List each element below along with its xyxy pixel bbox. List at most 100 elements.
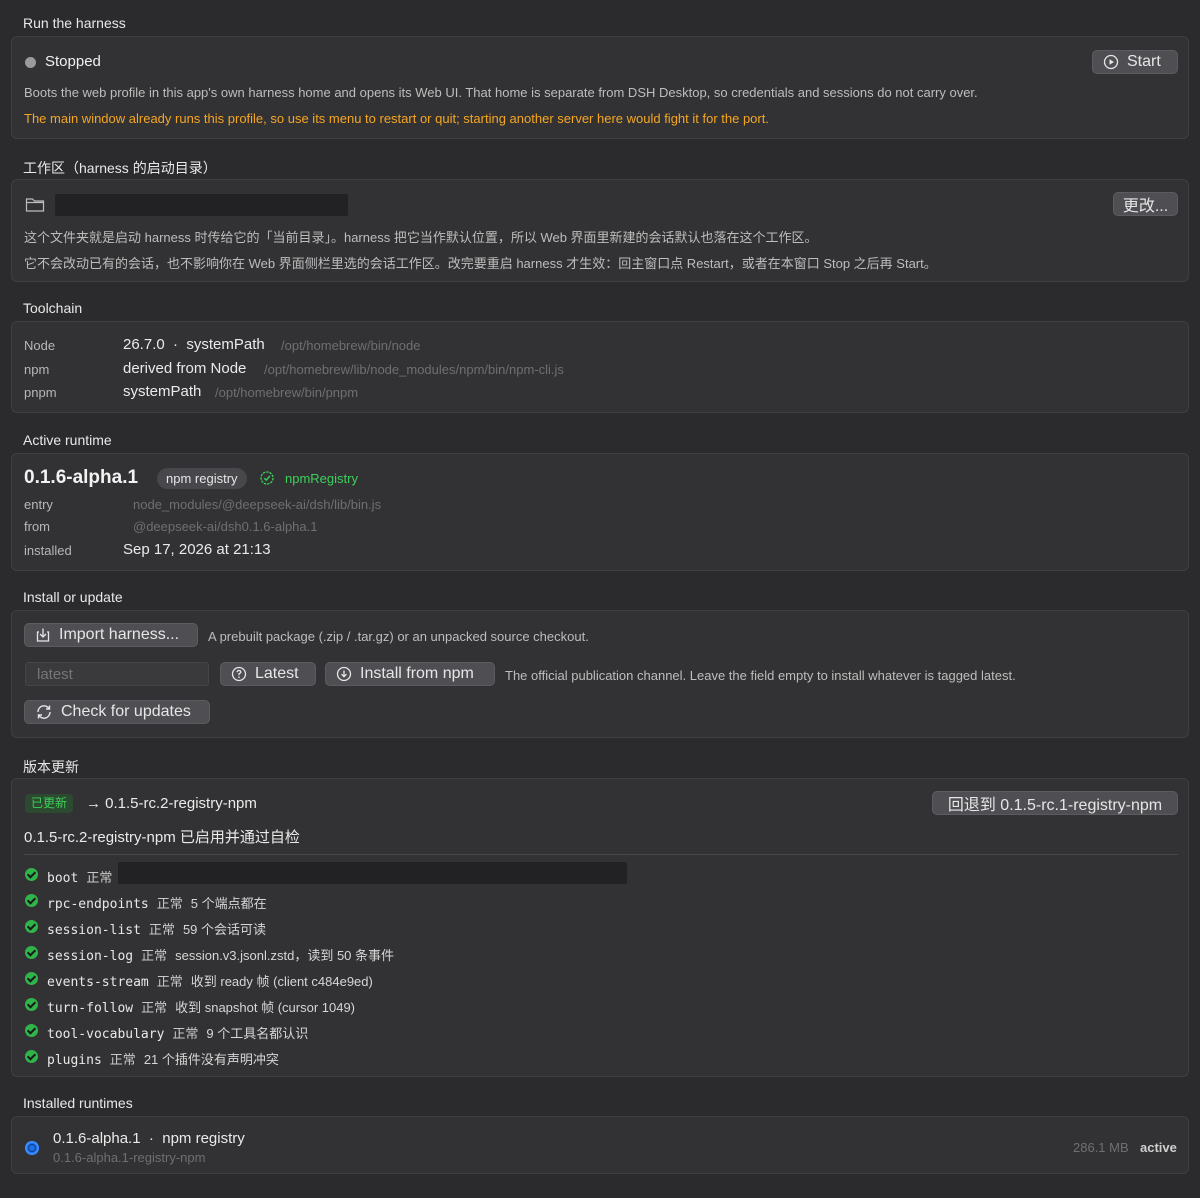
section-title-workspace: 工作区（harness 的启动目录） [23,160,217,176]
version-input[interactable] [25,662,209,686]
start-label: Start [1127,53,1161,70]
check-icon [25,972,38,985]
check-icon [25,946,38,959]
toolchain-label-node: Node [24,338,56,353]
import-harness-button[interactable]: Import harness... [24,623,198,647]
active-label-from: from [24,519,50,534]
toolchain-path-node: /opt/homebrew/bin/node [281,338,421,353]
self-check-row: turn-follow 正常 收到 snapshot 帧 (cursor 1049) [47,997,355,1016]
check-icon [25,1050,38,1063]
download-circle-icon [336,666,352,682]
latest-label: Latest [255,665,299,682]
radio-dot-icon [29,1145,35,1151]
install-label: Install from npm [360,665,474,682]
check-name: tool-vocabulary [47,1027,165,1042]
check-icon [25,920,38,933]
check-status: 正常 [141,948,168,963]
update-target: → 0.1.5-rc.2-registry-npm [86,795,257,812]
check-detail: 21 个插件没有声明冲突 [143,1052,279,1067]
toolchain-value-npm: derived from Node [123,360,247,377]
status-text: Stopped [45,53,101,70]
check-detail: 5 个端点都在 [190,896,267,911]
active-source: npmRegistry [285,471,358,486]
check-name: session-log [47,949,134,964]
rollback-button[interactable]: 回退到 0.1.5-rc.1-registry-npm [932,791,1178,815]
import-label: Import harness... [59,626,180,643]
installed-card: 0.1.6-alpha.1 · npm registry 0.1.6-alpha… [11,1116,1189,1174]
workspace-path-field[interactable] [55,194,348,216]
folder-icon [25,198,45,212]
update-summary: 0.1.5-rc.2-registry-npm 已启用并通过自检 [24,829,300,846]
toolchain-label-npm: npm [24,362,50,377]
check-name: session-list [47,923,141,938]
run-warning: The main window already runs this profil… [24,111,769,126]
change-label: 更改... [1122,198,1169,215]
active-value-from: @deepseek-ai/dsh0.1.6-alpha.1 [133,519,318,534]
active-badge: npm registry [157,468,247,489]
runtime-size: 286.1 MB [1073,1140,1129,1155]
updated-badge: 已更新 [25,794,74,813]
runtime-title: 0.1.6-alpha.1 · npm registry [53,1130,245,1147]
self-check-row: events-stream 正常 收到 ready 帧 (client c484e9… [47,971,373,990]
self-check-row: session-list 正常 59 个会话可读 [47,919,266,938]
self-check-row: tool-vocabulary 正常 9 个工具名都认识 [47,1023,308,1042]
run-card: Stopped Start Boots the web profile in t… [11,36,1189,139]
runtime-radio[interactable] [25,1141,39,1155]
import-icon [36,628,50,642]
refresh-icon [37,705,51,719]
check-name: events-stream [47,975,149,990]
check-icon [25,868,38,881]
section-title-install: Install or update [23,589,123,605]
install-description: The official publication channel. Leave … [505,668,1016,683]
check-detail: 9 个工具名都认识 [206,1026,309,1041]
workspace-line-2: 它不会改动已有的会话，也不影响你在 Web 界面侧栏里选的会话工作区。改完要重启… [24,256,937,271]
latest-button[interactable]: Latest [220,662,316,686]
toolchain-path-pnpm: /opt/homebrew/bin/pnpm [215,385,359,400]
help-circle-icon [231,666,247,682]
workspace-card: 更改... 这个文件夹就是启动 harness 时传给它的「当前目录」。harn… [11,179,1189,282]
toolchain-path-npm: /opt/homebrew/lib/node_modules/npm/bin/n… [264,362,564,377]
self-check-row: rpc-endpoints 正常 5 个端点都在 [47,893,267,912]
check-name: turn-follow [47,1001,134,1016]
toolchain-value-pnpm: systemPath [123,383,202,400]
check-detail: 收到 snapshot 帧 (cursor 1049) [175,1000,356,1015]
check-detail: 59 个会话可读 [182,922,267,937]
self-check-row: session-log 正常 session.v3.jsonl.zstd，读到 50… [47,945,394,964]
install-from-npm-button[interactable]: Install from npm [325,662,495,686]
status-dot-icon [25,57,36,68]
self-check-row: boot 正常 [47,867,120,886]
runtime-state: active [1140,1140,1177,1155]
self-check-row: plugins 正常 21 个插件没有声明冲突 [47,1049,279,1068]
start-button[interactable]: Start [1092,50,1178,74]
active-label-installed: installed [24,543,72,558]
rollback-label: 回退到 0.1.5-rc.1-registry-npm [947,797,1163,814]
check-detail: session.v3.jsonl.zstd，读到 50 条事件 [175,948,395,963]
section-title-run: Run the harness [23,15,126,31]
active-version: 0.1.6-alpha.1 [24,467,139,488]
check-status: 正常 [156,896,183,911]
run-description: Boots the web profile in this app's own … [24,85,978,100]
update-card: 已更新 → 0.1.5-rc.2-registry-npm 回退到 0.1.5-… [11,778,1189,1077]
check-icon [25,894,38,907]
check-name: rpc-endpoints [47,897,149,912]
import-description: A prebuilt package (.zip / .tar.gz) or a… [208,629,589,644]
check-icon [25,998,38,1011]
check-for-updates-button[interactable]: Check for updates [24,700,210,724]
verified-icon [260,471,274,485]
section-title-toolchain: Toolchain [23,300,83,316]
active-runtime-card: 0.1.6-alpha.1 npm registry npmRegistry e… [11,453,1189,571]
section-title-installed: Installed runtimes [23,1095,133,1111]
check-status: 正常 [86,870,113,885]
check-status: 正常 [141,1000,168,1015]
check-detail: 收到 ready 帧 (client c484e9ed) [190,974,373,989]
install-card: Import harness... A prebuilt package (.z… [11,610,1189,738]
section-title-active-runtime: Active runtime [23,432,112,448]
check-status: 正常 [156,974,183,989]
active-value-installed: Sep 17, 2026 at 21:13 [123,541,271,558]
check-status: 正常 [148,922,175,937]
change-workspace-button[interactable]: 更改... [1113,192,1178,216]
update-divider [24,854,1178,855]
active-value-entry: node_modules/@deepseek-ai/dsh/lib/bin.js [133,497,382,512]
toolchain-card: Node 26.7.0 · systemPath /opt/homebrew/b… [11,321,1189,413]
active-label-entry: entry [24,497,53,512]
